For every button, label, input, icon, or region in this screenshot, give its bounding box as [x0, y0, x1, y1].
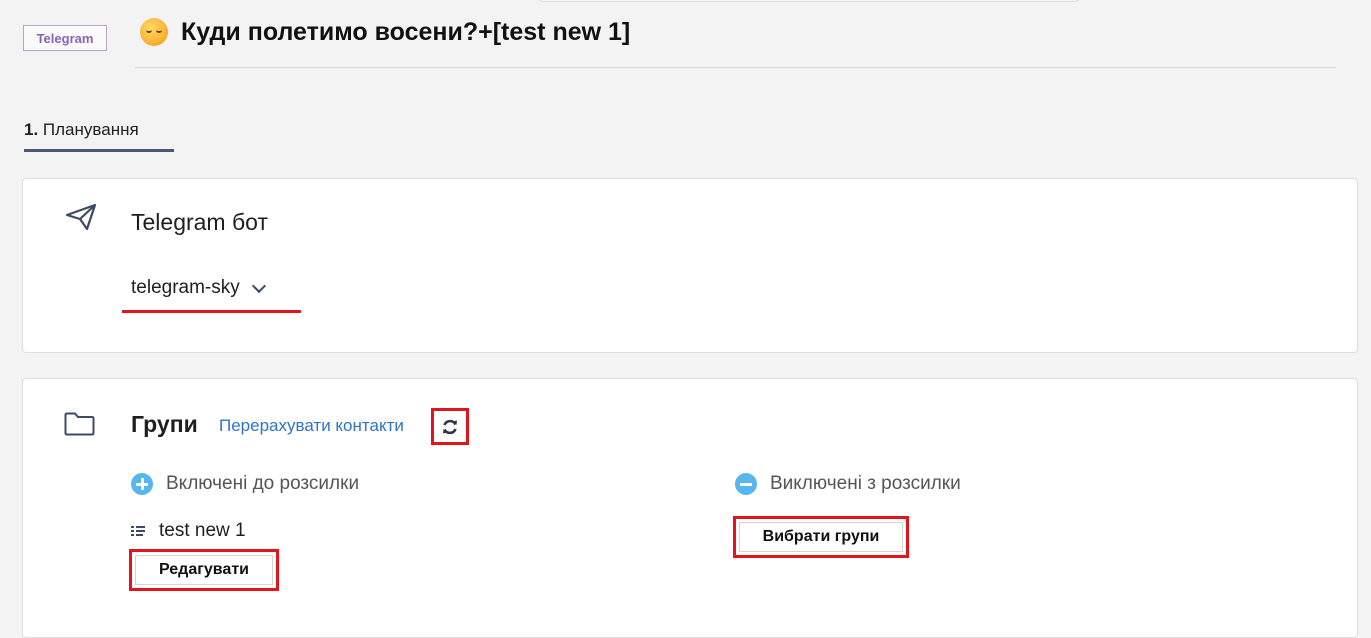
list-item: test new 1: [131, 520, 246, 542]
excluded-heading-label: Виключені з розсилки: [770, 473, 961, 494]
groups-card-title: Групи: [131, 411, 198, 437]
group-name: test new 1: [159, 520, 246, 541]
refresh-icon: [443, 419, 457, 434]
recalculate-contacts-link[interactable]: Перерахувати контакти: [219, 416, 404, 436]
smiling-sun-emoji-icon: [140, 18, 168, 46]
channel-badge: Telegram: [23, 25, 107, 51]
refresh-button[interactable]: [431, 408, 469, 445]
active-tab-indicator: [24, 149, 174, 152]
bot-card-title: Telegram бот: [131, 209, 268, 235]
paper-plane-icon: [65, 203, 97, 236]
groups-card: Групи Перерахувати контакти Включені до …: [22, 378, 1358, 638]
excluded-heading: Виключені з розсилки: [735, 473, 961, 495]
telegram-bot-card: Telegram бот telegram-sky: [22, 178, 1358, 353]
tab-planning[interactable]: 1. Планування: [24, 120, 139, 140]
edit-groups-button[interactable]: Редагувати: [129, 549, 279, 591]
step-number: 1.: [24, 120, 39, 139]
edit-groups-button-label: Редагувати: [135, 555, 273, 585]
included-heading: Включені до розсилки: [131, 473, 359, 495]
page-header: Telegram Куди полетимо восени?+[test new…: [0, 0, 1371, 70]
header-divider: [135, 67, 1336, 68]
select-groups-button[interactable]: Вибрати групи: [733, 516, 909, 558]
step-label: Планування: [42, 120, 139, 139]
highlight-underline: [122, 310, 301, 313]
list-icon: [131, 526, 145, 536]
bot-select-dropdown[interactable]: telegram-sky: [131, 277, 266, 299]
plus-circle-icon[interactable]: [131, 473, 153, 495]
bot-select-value: telegram-sky: [131, 277, 240, 298]
minus-circle-icon[interactable]: [735, 473, 757, 495]
included-heading-label: Включені до розсилки: [166, 473, 360, 494]
select-groups-button-label: Вибрати групи: [739, 522, 903, 552]
chevron-down-icon: [251, 278, 266, 293]
page-title: Куди полетимо восени?+[test new 1]: [181, 18, 631, 46]
folder-icon: [64, 412, 95, 441]
